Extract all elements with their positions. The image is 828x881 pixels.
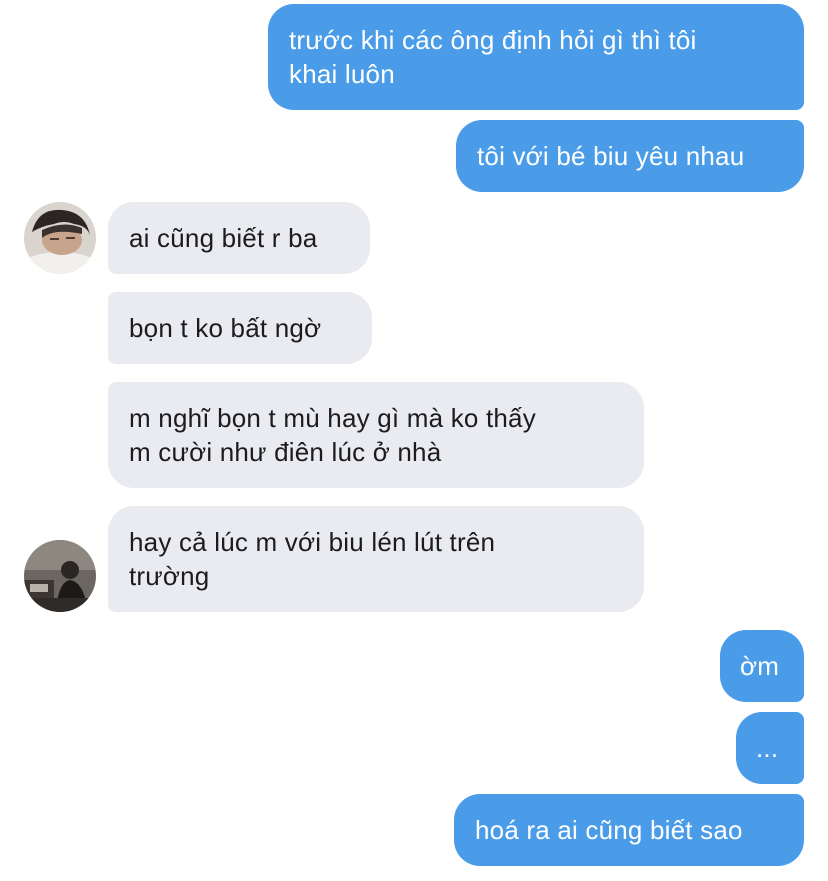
message-bubble-outgoing[interactable]: trước khi các ông định hỏi gì thì tôi kh…	[268, 4, 804, 110]
message-text: ờm	[740, 651, 780, 681]
message-bubble-outgoing[interactable]: ờm	[720, 630, 804, 702]
message-bubble-outgoing[interactable]: tôi với bé biu yêu nhau	[456, 120, 804, 192]
friend-avatar[interactable]	[24, 202, 96, 274]
message-text: trước khi các ông định hỏi gì thì tôi kh…	[289, 25, 697, 89]
message-bubble-outgoing[interactable]: ...	[736, 712, 804, 784]
friend-avatar[interactable]	[24, 540, 96, 612]
message-text: hoá ra ai cũng biết sao	[475, 815, 743, 845]
message-bubble-incoming[interactable]: m nghĩ bọn t mù hay gì mà ko thấy m cười…	[108, 382, 644, 488]
message-text: hay cả lúc m với biu lén lút trên trường	[129, 527, 496, 591]
avatar-photo-icon	[24, 202, 96, 274]
message-text: ...	[756, 733, 779, 763]
avatar-photo-icon	[24, 540, 96, 612]
message-text: tôi với bé biu yêu nhau	[477, 141, 745, 171]
message-bubble-outgoing[interactable]: hoá ra ai cũng biết sao	[454, 794, 804, 866]
message-bubble-incoming[interactable]: bọn t ko bất ngờ	[108, 292, 372, 364]
message-text: bọn t ko bất ngờ	[129, 313, 322, 343]
message-bubble-incoming[interactable]: hay cả lúc m với biu lén lút trên trường	[108, 506, 644, 612]
message-text: ai cũng biết r ba	[129, 223, 318, 253]
message-text: m nghĩ bọn t mù hay gì mà ko thấy m cười…	[129, 403, 536, 467]
message-bubble-incoming[interactable]: ai cũng biết r ba	[108, 202, 370, 274]
